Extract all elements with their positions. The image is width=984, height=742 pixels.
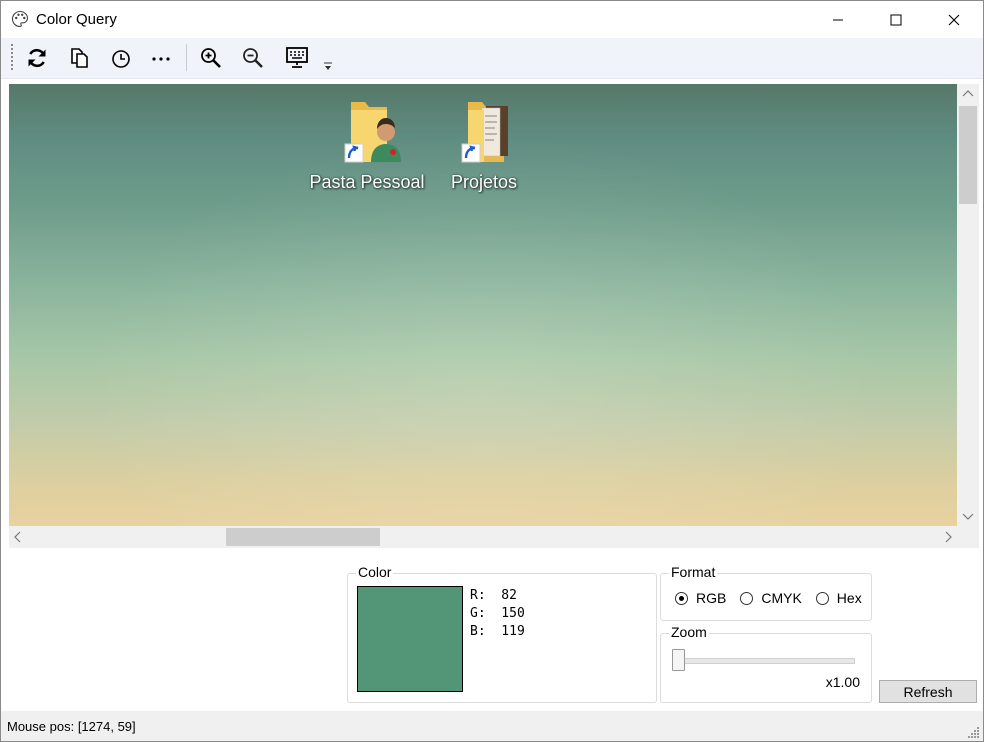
color-group: Color R: 82 G: 150 B: 119	[347, 564, 657, 703]
status-bar: Mouse pos: [1274, 59]	[1, 711, 983, 741]
close-icon	[948, 14, 960, 25]
horizontal-scroll-thumb[interactable]	[226, 528, 380, 546]
vertical-scrollbar[interactable]	[957, 84, 979, 526]
rgb-values: R: 82 G: 150 B: 119	[470, 587, 525, 641]
minimize-button[interactable]	[809, 1, 867, 38]
scroll-right-icon[interactable]	[943, 531, 953, 543]
personal-folder-icon	[344, 102, 401, 163]
format-hex-radio[interactable]: Hex	[815, 590, 862, 606]
minimize-icon	[833, 19, 843, 20]
projects-folder-icon	[461, 102, 508, 163]
zoom-out-button[interactable]	[237, 43, 269, 73]
scroll-corner	[957, 526, 979, 548]
desktop-icon-projetos[interactable]: Projetos	[424, 96, 544, 193]
zoom-group: Zoom x1.00	[660, 624, 872, 703]
scroll-down-icon[interactable]	[961, 512, 975, 522]
zoom-slider-thumb[interactable]	[672, 649, 685, 671]
format-cmyk-label: CMYK	[761, 590, 802, 606]
zoom-slider-track[interactable]	[677, 658, 855, 664]
format-group: Format RGB CMYK Hex	[660, 564, 872, 621]
toolbar	[1, 38, 983, 79]
color-query-window: Color Query Pasta Pessoal Projetos Color…	[0, 0, 984, 742]
screen-button[interactable]	[281, 43, 313, 73]
zoom-value: x1.00	[825, 674, 860, 690]
radio-circle[interactable]	[675, 591, 688, 605]
toolbar-grip[interactable]	[11, 44, 13, 70]
format-rgb-radio[interactable]: RGB	[675, 590, 726, 606]
desktop-icon-pasta-pessoal[interactable]: Pasta Pessoal	[307, 96, 427, 193]
radio-circle[interactable]	[815, 591, 829, 605]
copy-button[interactable]	[64, 43, 96, 73]
chevron-down-icon	[324, 62, 332, 70]
copy-icon	[71, 48, 88, 68]
toolbar-overflow-button[interactable]	[321, 60, 335, 74]
blue-value: B: 119	[470, 624, 525, 639]
refresh-color-button[interactable]: Refresh	[879, 680, 977, 703]
monitor-keyboard-icon	[286, 47, 308, 68]
color-group-title: Color	[356, 564, 394, 580]
green-value: G: 150	[470, 606, 525, 621]
format-cmyk-radio[interactable]: CMYK	[740, 590, 802, 606]
zoom-in-icon	[201, 48, 221, 68]
close-button[interactable]	[925, 1, 983, 38]
more-icon	[152, 57, 170, 61]
desktop-icon-label: Pasta Pessoal	[309, 172, 425, 192]
title-bar: Color Query	[1, 1, 983, 38]
maximize-button[interactable]	[867, 1, 925, 38]
color-swatch	[357, 586, 463, 692]
format-options: RGB CMYK Hex	[675, 590, 876, 606]
refresh-button[interactable]	[21, 43, 53, 73]
scroll-up-icon[interactable]	[961, 88, 975, 98]
maximize-icon	[890, 14, 902, 25]
mouse-position-text: Mouse pos: [1274, 59]	[7, 719, 136, 734]
format-hex-label: Hex	[836, 590, 862, 606]
format-rgb-label: RGB	[696, 590, 727, 606]
horizontal-scrollbar[interactable]	[9, 526, 957, 548]
scroll-left-icon[interactable]	[13, 531, 23, 543]
resize-grip-icon[interactable]	[968, 726, 980, 738]
vertical-scroll-thumb[interactable]	[959, 106, 977, 204]
palette-icon	[11, 10, 29, 28]
more-button[interactable]	[145, 43, 177, 73]
history-button[interactable]	[105, 43, 137, 73]
window-title: Color Query	[36, 11, 117, 28]
capture-viewport[interactable]: Pasta Pessoal Projetos	[9, 84, 957, 526]
refresh-icon	[28, 48, 46, 68]
toolbar-separator	[186, 44, 187, 71]
format-group-title: Format	[669, 564, 718, 580]
desktop-icon-label: Projetos	[450, 172, 518, 192]
radio-circle[interactable]	[740, 591, 754, 605]
clock-icon	[112, 50, 130, 68]
red-value: R: 82	[470, 588, 517, 603]
zoom-in-button[interactable]	[195, 43, 227, 73]
zoom-out-icon	[243, 48, 263, 68]
zoom-group-title: Zoom	[669, 624, 709, 640]
